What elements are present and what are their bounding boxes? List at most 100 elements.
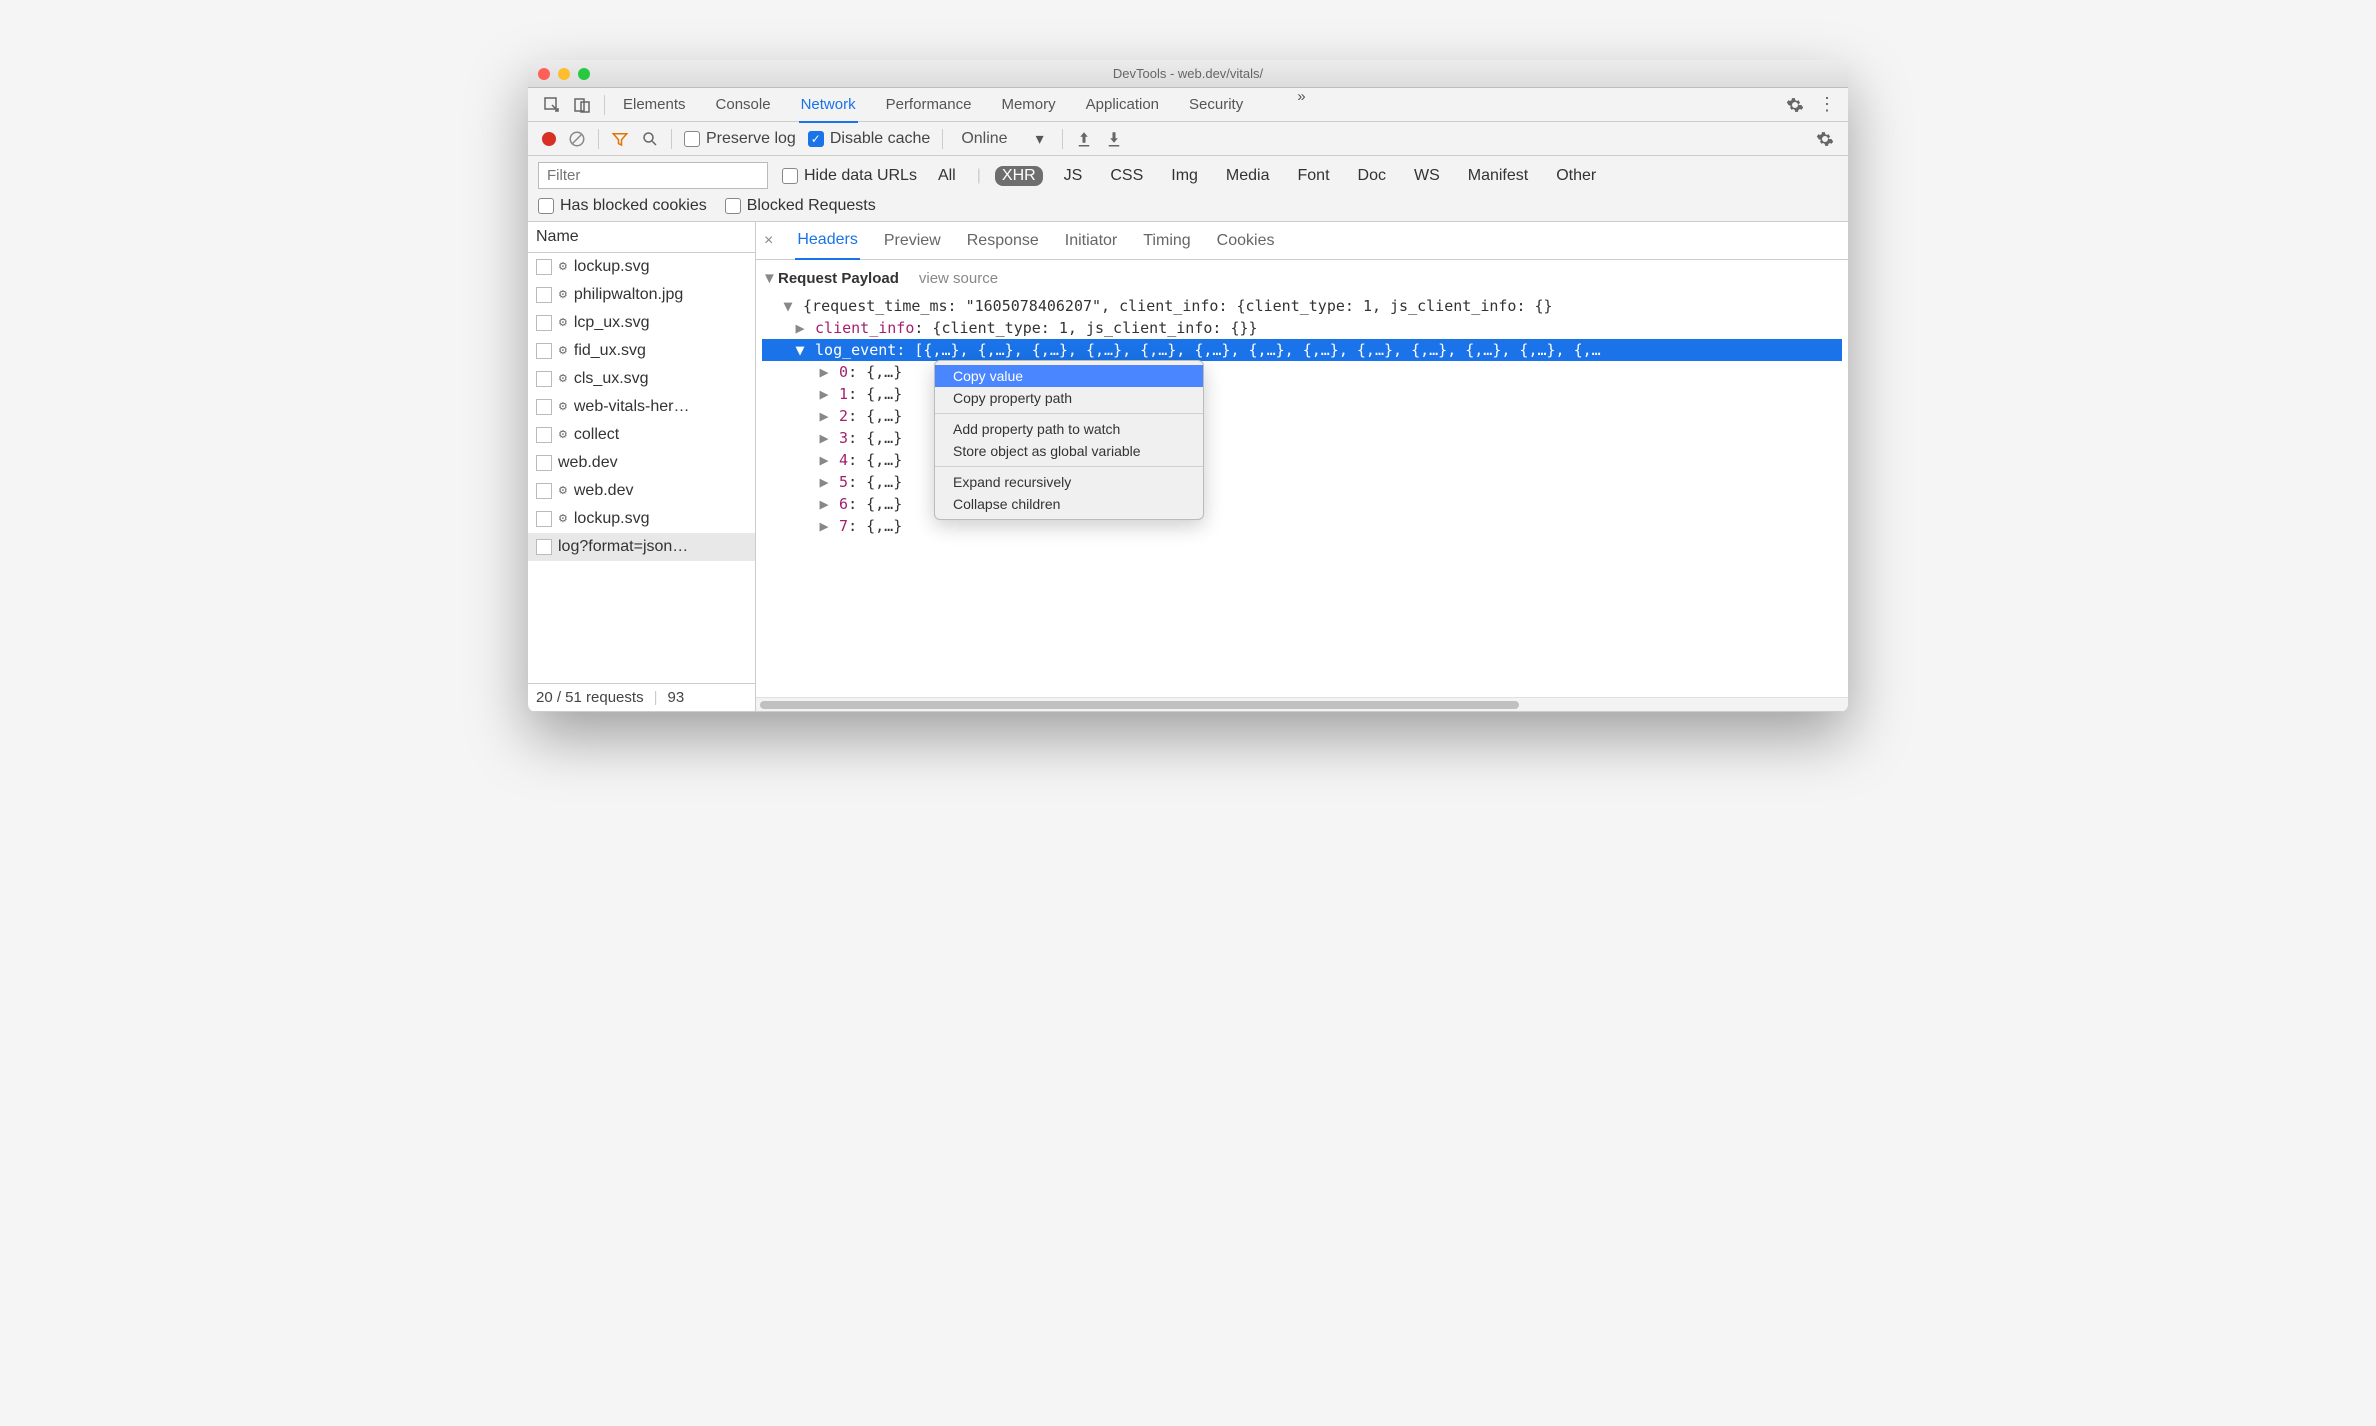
tree-item[interactable]: ▶ 0: {,…} xyxy=(762,361,1842,383)
ctx-store-global[interactable]: Store object as global variable xyxy=(935,440,1203,462)
type-manifest[interactable]: Manifest xyxy=(1461,166,1535,186)
tab-headers[interactable]: Headers xyxy=(795,222,859,260)
type-doc[interactable]: Doc xyxy=(1351,166,1393,186)
network-toolbar: Preserve log ✓ Disable cache Online ▾ xyxy=(528,122,1848,156)
more-tabs-icon[interactable]: » xyxy=(1297,88,1305,122)
ctx-copy-value[interactable]: Copy value xyxy=(935,365,1203,387)
ctx-copy-path[interactable]: Copy property path xyxy=(935,387,1203,409)
has-blocked-cookies-checkbox[interactable]: Has blocked cookies xyxy=(538,197,707,215)
type-xhr[interactable]: XHR xyxy=(995,166,1043,186)
type-ws[interactable]: WS xyxy=(1407,166,1447,186)
type-all[interactable]: All xyxy=(931,166,963,186)
search-icon[interactable] xyxy=(641,130,659,148)
payload-section-header[interactable]: ▼Request Payload xyxy=(762,270,899,287)
tab-elements[interactable]: Elements xyxy=(621,88,688,122)
tree-log-event[interactable]: ▼ log_event: [{,…}, {,…}, {,…}, {,…}, {,… xyxy=(762,339,1842,361)
hide-data-urls-checkbox[interactable]: Hide data URLs xyxy=(782,167,917,185)
close-detail-icon[interactable]: × xyxy=(764,232,773,250)
file-icon xyxy=(536,371,552,387)
settings-icon[interactable] xyxy=(1786,96,1804,114)
ctx-add-watch[interactable]: Add property path to watch xyxy=(935,418,1203,440)
inspect-icon[interactable] xyxy=(540,93,564,117)
clear-icon[interactable] xyxy=(568,130,586,148)
gear-icon: ⚙ xyxy=(558,290,568,301)
tab-console[interactable]: Console xyxy=(714,88,773,122)
tab-network[interactable]: Network xyxy=(799,88,858,123)
dropdown-icon: ▾ xyxy=(1036,129,1044,149)
file-icon xyxy=(536,343,552,359)
tree-item[interactable]: ▶ 7: {,…} xyxy=(762,515,1842,537)
record-icon[interactable] xyxy=(542,132,556,146)
tab-performance[interactable]: Performance xyxy=(884,88,974,122)
tab-application[interactable]: Application xyxy=(1084,88,1161,122)
file-item[interactable]: ⚙ philipwalton.jpg xyxy=(528,281,755,309)
tree-item[interactable]: ▶ 1: {,…} xyxy=(762,383,1842,405)
tree-item[interactable]: ▶ 4: {,…} xyxy=(762,449,1842,471)
tree-item[interactable]: ▶ 3: {,…} xyxy=(762,427,1842,449)
type-css[interactable]: CSS xyxy=(1103,166,1150,186)
file-item[interactable]: ⚙collect xyxy=(528,421,755,449)
scroll-thumb[interactable] xyxy=(760,701,1519,709)
view-source-link[interactable]: view source xyxy=(919,270,998,287)
request-payload: ▼Request Payload view source ▼ {request_… xyxy=(756,260,1848,547)
separator xyxy=(1062,129,1063,149)
hide-data-urls-label: Hide data URLs xyxy=(804,167,917,185)
gear-icon: ⚙ xyxy=(558,402,568,413)
file-name: web.dev xyxy=(558,454,618,472)
tab-initiator[interactable]: Initiator xyxy=(1063,223,1119,259)
file-icon xyxy=(536,483,552,499)
file-item[interactable]: ⚙lockup.svg xyxy=(528,253,755,281)
type-media[interactable]: Media xyxy=(1219,166,1277,186)
type-js[interactable]: JS xyxy=(1057,166,1090,186)
ctx-collapse[interactable]: Collapse children xyxy=(935,493,1203,515)
more-menu-icon[interactable]: ⋮ xyxy=(1818,94,1836,115)
tab-cookies[interactable]: Cookies xyxy=(1215,223,1277,259)
throttling-select[interactable]: Online ▾ xyxy=(955,129,1049,149)
status-extra: 93 xyxy=(667,689,684,706)
file-item[interactable]: ⚙lcp_ux.svg xyxy=(528,309,755,337)
file-name: philipwalton.jpg xyxy=(574,286,683,304)
tab-memory[interactable]: Memory xyxy=(999,88,1057,122)
network-settings-icon[interactable] xyxy=(1816,130,1834,148)
throttling-value: Online xyxy=(961,130,1007,148)
tree-item[interactable]: ▶ 2: {,…} xyxy=(762,405,1842,427)
tab-preview[interactable]: Preview xyxy=(882,223,943,259)
file-item[interactable]: ⚙web-vitals-her… xyxy=(528,393,755,421)
name-column-header[interactable]: Name xyxy=(528,222,755,253)
tree-item[interactable]: ▶ 6: {,…} xyxy=(762,493,1842,515)
blocked-requests-label: Blocked Requests xyxy=(747,197,876,215)
main-toolbar: Elements Console Network Performance Mem… xyxy=(528,88,1848,122)
tree-client-info[interactable]: ▶ client_info: {client_type: 1, js_clien… xyxy=(762,317,1842,339)
download-icon[interactable] xyxy=(1105,130,1123,148)
type-other[interactable]: Other xyxy=(1549,166,1603,186)
titlebar: DevTools - web.dev/vitals/ xyxy=(528,60,1848,88)
request-list: Name ⚙lockup.svg⚙philipwalton.jpg⚙lcp_ux… xyxy=(528,222,756,711)
file-item[interactable]: ⚙lockup.svg xyxy=(528,505,755,533)
disable-cache-checkbox[interactable]: ✓ Disable cache xyxy=(808,130,931,148)
preserve-log-checkbox[interactable]: Preserve log xyxy=(684,130,796,148)
device-toggle-icon[interactable] xyxy=(570,93,594,117)
ctx-expand[interactable]: Expand recursively xyxy=(935,471,1203,493)
tab-response[interactable]: Response xyxy=(965,223,1041,259)
gear-icon: ⚙ xyxy=(558,262,568,273)
tab-timing[interactable]: Timing xyxy=(1141,223,1192,259)
content: Name ⚙lockup.svg⚙philipwalton.jpg⚙lcp_ux… xyxy=(528,222,1848,712)
upload-icon[interactable] xyxy=(1075,130,1093,148)
file-item[interactable]: web.dev xyxy=(528,449,755,477)
type-font[interactable]: Font xyxy=(1291,166,1337,186)
separator xyxy=(935,466,1203,467)
file-item[interactable]: ⚙web.dev xyxy=(528,477,755,505)
horizontal-scrollbar[interactable] xyxy=(756,697,1848,711)
blocked-requests-checkbox[interactable]: Blocked Requests xyxy=(725,197,876,215)
file-item[interactable]: ⚙fid_ux.svg xyxy=(528,337,755,365)
filter-icon[interactable] xyxy=(611,130,629,148)
tree-item[interactable]: ▶ 5: {,…} xyxy=(762,471,1842,493)
tree-root[interactable]: ▼ {request_time_ms: "1605078406207", cli… xyxy=(762,295,1842,317)
file-item[interactable]: log?format=json… xyxy=(528,533,755,561)
type-img[interactable]: Img xyxy=(1164,166,1205,186)
file-item[interactable]: ⚙cls_ux.svg xyxy=(528,365,755,393)
tab-security[interactable]: Security xyxy=(1187,88,1245,122)
preserve-log-label: Preserve log xyxy=(706,130,796,148)
file-icon xyxy=(536,511,552,527)
filter-input[interactable] xyxy=(538,162,768,189)
